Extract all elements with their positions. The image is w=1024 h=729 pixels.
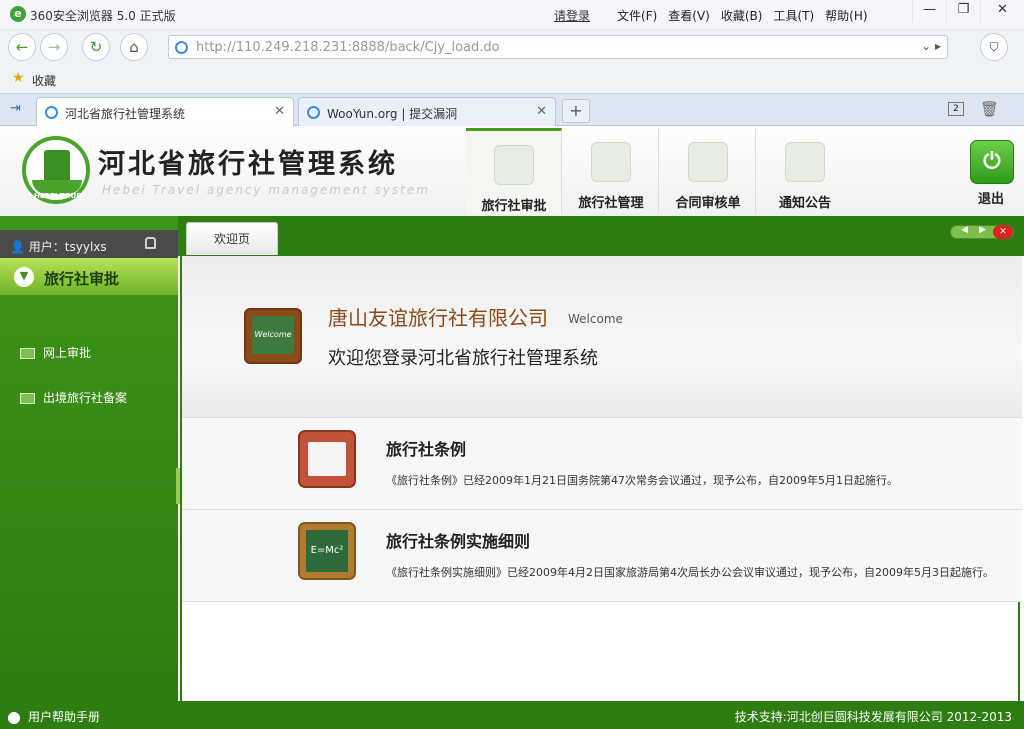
home-button[interactable]: ⌂	[120, 33, 148, 61]
company-name: 唐山友谊旅行社有限公司	[328, 306, 548, 330]
browser-tab-active[interactable]: 河北省旅行社管理系统 ✕	[36, 97, 294, 126]
user-icon: 👤	[10, 240, 25, 254]
welcome-board-icon: Welcome	[244, 308, 302, 364]
menu-tools[interactable]: 工具(T)	[773, 7, 814, 24]
browser-tabbar: ⇥ 河北省旅行社管理系统 ✕ WooYun.org | 提交漏洞 ✕ + 2 🗑	[0, 94, 1024, 126]
chalkboard-icon: E=Mc²	[298, 522, 356, 580]
calendar-icon	[298, 430, 356, 488]
notice-body: 《旅行社条例》已经2009年1月21日国务院第47次常务会议通过，现予公布，自2…	[386, 474, 898, 487]
tech-support-credit: 技术支持:河北创巨圆科技发展有限公司 2012-2013	[734, 710, 1012, 724]
help-manual-link[interactable]: 用户帮助手册	[8, 708, 100, 725]
nav-label: 旅行社管理	[578, 196, 644, 211]
section-title: 旅行社审批	[44, 270, 120, 288]
sidebar-toggle-icon[interactable]: ⇥	[10, 101, 21, 116]
menu-favorites[interactable]: 收藏(B)	[721, 7, 763, 24]
browser-logo-icon: e	[10, 6, 26, 22]
clover-icon	[591, 142, 631, 182]
app-header: HEBEI TOUR 河北省旅行社管理系统 Hebei Travel agenc…	[0, 126, 1024, 216]
main-content: Welcome 唐山友谊旅行社有限公司 Welcome 欢迎您登录河北省旅行社管…	[180, 256, 1022, 701]
exit-button[interactable]: 退出	[978, 188, 1004, 207]
notice-item[interactable]: E=Mc² 旅行社条例实施细则 《旅行社条例实施细则》已经2009年4月2日国家…	[182, 510, 1022, 602]
tab-prev-icon[interactable]: ◀	[961, 225, 968, 235]
user-name: 用户：tsyylxs	[28, 240, 107, 254]
shield-icon[interactable]: ⛉	[980, 33, 1008, 61]
welcome-message: 欢迎您登录河北省旅行社管理系统	[328, 348, 598, 369]
hebei-tour-logo: HEBEI TOUR	[22, 136, 90, 204]
tab-close-icon[interactable]: ✕	[274, 104, 285, 119]
close-window-button[interactable]: ✕	[980, 0, 1024, 22]
tab-navigation: ◀ ▶ ✕	[950, 225, 1014, 239]
menu-view[interactable]: 查看(V)	[668, 7, 710, 24]
sidebar: 👤 用户：tsyylxs ▼ 旅行社审批 网上审批 出境旅行社备案	[0, 216, 178, 701]
notice-item[interactable]: 旅行社条例 《旅行社条例》已经2009年1月21日国务院第47次常务会议通过，现…	[182, 418, 1022, 510]
user-info: 👤 用户：tsyylxs	[0, 230, 178, 258]
tab-label: WooYun.org | 提交漏洞	[327, 107, 458, 121]
tab-label: 河北省旅行社管理系统	[65, 107, 186, 121]
nav-label: 通知公告	[778, 196, 831, 211]
close-tabs-icon[interactable]: ✕	[993, 225, 1013, 239]
menu-help[interactable]: 帮助(H)	[825, 7, 867, 24]
tab-page-icon	[45, 106, 58, 119]
new-tab-button[interactable]: +	[562, 99, 590, 123]
help-icon	[8, 711, 20, 724]
maximize-button[interactable]: ❐	[946, 0, 980, 22]
card-icon	[20, 393, 35, 404]
sidebar-section-header[interactable]: ▼ 旅行社审批	[0, 258, 178, 296]
chart-icon	[20, 348, 35, 359]
tab-next-icon[interactable]: ▶	[979, 225, 986, 235]
tab-close-icon[interactable]: ✕	[536, 104, 547, 119]
window-controls: — ❐ ✕	[912, 0, 1024, 22]
chevron-down-icon: ▼	[14, 267, 34, 287]
notice-title[interactable]: 旅行社条例实施细则	[386, 528, 530, 552]
nav-contract-review[interactable]: 合同审核单	[660, 128, 756, 214]
bookmarks-bar: ★ 收藏	[0, 64, 1024, 94]
lock-icon[interactable]	[145, 237, 156, 249]
page-icon	[175, 41, 188, 54]
browser-titlebar: e 360安全浏览器 5.0 正式版 请登录 文件(F) 查看(V) 收藏(B)…	[0, 0, 1024, 30]
nav-agency-approval[interactable]: 旅行社审批	[466, 128, 562, 214]
welcome-banner: Welcome 唐山友谊旅行社有限公司 Welcome 欢迎您登录河北省旅行社管…	[182, 256, 1022, 418]
speech-bubble-icon	[785, 142, 825, 182]
status-bar: 用户帮助手册 技术支持:河北创巨圆科技发展有限公司 2012-2013	[0, 701, 1024, 729]
favorites-star-icon: ★	[12, 70, 25, 86]
trash-icon[interactable]: 🗑	[980, 100, 999, 118]
nav-agency-management[interactable]: 旅行社管理	[563, 128, 659, 214]
nav-notices[interactable]: 通知公告	[757, 128, 853, 214]
tab-count-badge[interactable]: 2	[948, 102, 964, 116]
url-dropdown-icon[interactable]: ⌄ ▸	[921, 39, 941, 53]
menu-file[interactable]: 文件(F)	[617, 7, 657, 24]
minimize-button[interactable]: —	[912, 0, 946, 22]
nav-label: 旅行社审批	[481, 199, 547, 214]
notice-body: 《旅行社条例实施细则》已经2009年4月2日国家旅游局第4次局长办公会议审议通过…	[386, 566, 994, 579]
browser-tab[interactable]: WooYun.org | 提交漏洞 ✕	[298, 97, 556, 126]
system-subtitle: Hebei Travel agency management system	[102, 183, 430, 197]
sidebar-item-outbound-filing[interactable]: 出境旅行社备案	[20, 389, 127, 406]
welcome-label: Welcome	[568, 312, 623, 326]
url-text: http://110.249.218.231:8888/back/Cjy_loa…	[196, 40, 500, 55]
forward-button[interactable]: →	[40, 33, 68, 61]
nav-label: 合同审核单	[675, 196, 741, 211]
back-button[interactable]: ←	[8, 33, 36, 61]
system-title: 河北省旅行社管理系统	[98, 149, 398, 180]
tab-welcome[interactable]: 欢迎页	[186, 222, 278, 255]
sidebar-item-online-approval[interactable]: 网上审批	[20, 344, 91, 361]
id-card-icon	[494, 145, 534, 185]
content-tabstrip	[178, 216, 1024, 256]
browser-title: 360安全浏览器 5.0 正式版	[30, 9, 176, 23]
tab-page-icon	[307, 106, 320, 119]
favorites-button[interactable]: 收藏	[32, 72, 56, 89]
refresh-button[interactable]: ↻	[82, 33, 110, 61]
document-icon	[688, 142, 728, 182]
url-field[interactable]: http://110.249.218.231:8888/back/Cjy_loa…	[168, 35, 948, 59]
address-toolbar: ← → ↻ ⌂ http://110.249.218.231:8888/back…	[0, 30, 1024, 64]
browser-menu: 文件(F) 查看(V) 收藏(B) 工具(T) 帮助(H)	[617, 7, 868, 24]
notice-title[interactable]: 旅行社条例	[386, 436, 466, 460]
power-icon[interactable]: ⏻	[970, 140, 1014, 184]
login-link[interactable]: 请登录	[554, 7, 590, 24]
